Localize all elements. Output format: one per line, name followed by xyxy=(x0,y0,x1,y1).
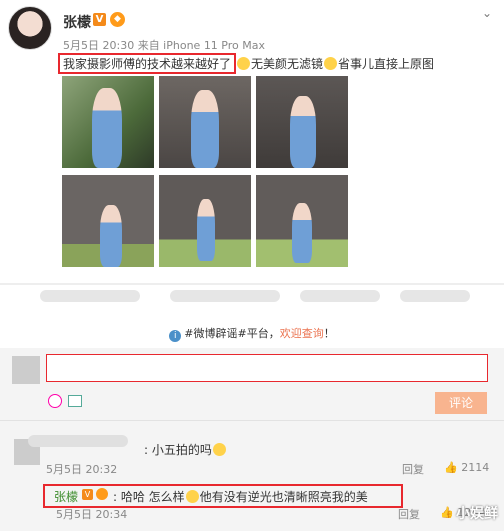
image-upload-icon[interactable] xyxy=(68,395,82,407)
reply-button[interactable]: 回复 xyxy=(398,506,420,522)
photo-grid xyxy=(62,76,352,268)
blurred-username xyxy=(28,435,128,447)
info-icon: i xyxy=(169,330,182,342)
reply-text-a: : 哈哈 怎么样 xyxy=(113,490,185,504)
photo-thumbnail[interactable] xyxy=(256,175,348,267)
weibo-post: 张檬 V ◆ 5月5日 20:30 来自 iPhone 11 Pro Max ⌄… xyxy=(0,0,504,283)
post-text: 我家摄影师傅的技术越来越好了 无美颜无滤镜 省事儿直接上原图 xyxy=(58,53,434,74)
blurred-action-bar xyxy=(40,290,140,302)
emoji-icon xyxy=(237,57,251,70)
vip-level-icon xyxy=(96,488,108,500)
verified-badge-icon: V xyxy=(93,13,106,26)
thumbs-up-icon: 👍 xyxy=(444,461,458,474)
post-text-end: 省事儿直接上原图 xyxy=(338,57,435,71)
blurred-action-bar xyxy=(300,290,380,302)
notice-prefix: #微博辟谣#平台， xyxy=(184,327,280,340)
vip-level-icon: ◆ xyxy=(110,12,125,27)
like-button[interactable]: 👍 2114 xyxy=(444,461,489,474)
photo-thumbnail[interactable] xyxy=(62,76,154,168)
comment-item: : 小五拍的吗 5月5日 20:32 回复 👍 2114 xyxy=(0,420,504,480)
comment-input[interactable] xyxy=(46,354,488,382)
comment-text: : 小五拍的吗 xyxy=(144,441,227,458)
avatar[interactable] xyxy=(8,6,52,50)
laugh-emoji-icon xyxy=(324,57,338,70)
comment-time: 5月5日 20:32 xyxy=(46,463,118,476)
post-username[interactable]: 张檬 xyxy=(63,12,91,32)
blurred-action-bar xyxy=(170,290,280,302)
like-count: 2114 xyxy=(461,461,490,474)
post-text-rest: 无美颜无滤镜 xyxy=(251,57,324,71)
divider xyxy=(0,283,504,285)
chevron-down-icon[interactable]: ⌄ xyxy=(480,6,494,20)
reply-text: : 哈哈 怎么样 他有没有逆光也清晰照亮我的美 xyxy=(113,488,368,505)
reply-button[interactable]: 回复 xyxy=(402,461,424,477)
reply-item: 张檬 V : 哈哈 怎么样 他有没有逆光也清晰照亮我的美 5月5日 20:34 回… xyxy=(0,480,504,531)
photo-thumbnail[interactable] xyxy=(159,175,251,267)
comment-button[interactable]: 评论 xyxy=(435,392,487,414)
notice-suffix: ！ xyxy=(323,327,335,340)
blurred-action-bar xyxy=(400,290,470,302)
thumbs-up-icon: 👍 xyxy=(440,506,454,519)
post-meta: 5月5日 20:30 来自 iPhone 11 Pro Max xyxy=(63,39,265,52)
avatar xyxy=(12,356,40,384)
comment-compose: 评论 xyxy=(0,348,504,420)
watermark: 小娱鲜 xyxy=(456,506,498,522)
reply-username[interactable]: 张檬 xyxy=(54,488,78,505)
highlighted-text: 我家摄影师傅的技术越来越好了 xyxy=(58,53,237,74)
photo-thumbnail[interactable] xyxy=(62,175,154,267)
reply-time: 5月5日 20:34 xyxy=(56,508,128,521)
reply-text-b: 他有没有逆光也清晰照亮我的美 xyxy=(199,490,368,504)
rumor-notice: i #微博辟谣#平台，欢迎查询！ xyxy=(0,320,504,348)
photo-thumbnail[interactable] xyxy=(159,76,251,168)
notice-link[interactable]: 欢迎查询 xyxy=(280,327,324,340)
emoji-icon xyxy=(185,490,199,503)
comment-text-content: : 小五拍的吗 xyxy=(144,443,212,457)
photo-thumbnail[interactable] xyxy=(256,76,348,168)
emoji-picker-icon[interactable] xyxy=(48,394,62,408)
verified-badge-icon: V xyxy=(82,489,93,500)
cat-emoji-icon xyxy=(212,443,226,456)
